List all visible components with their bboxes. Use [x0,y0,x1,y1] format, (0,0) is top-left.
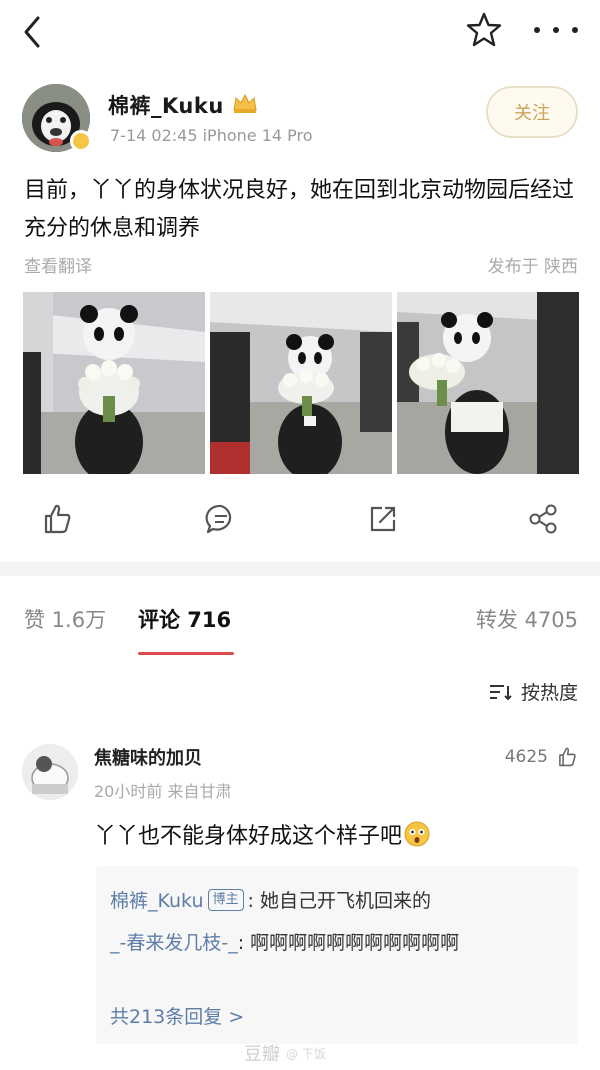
comment-text: 丫丫也不能身体好成这个样子吧 [94,818,430,850]
verified-badge [70,130,92,152]
post-text: 目前，丫丫的身体状况良好，她在回到北京动物园后经过充分的休息和调养 [24,178,575,241]
reply-item[interactable]: _-春来发几枝-_: 啊啊啊啊啊啊啊啊啊啊啊 [110,926,560,960]
post-location: 发布于 陕西 [487,257,578,277]
share-button[interactable] [526,502,560,536]
tab-comments[interactable]: 评论 716 [138,604,231,634]
post-photo-1[interactable] [23,292,205,474]
repost-button[interactable] [366,502,400,536]
post-photo-3[interactable] [397,292,579,474]
sort-icon [489,684,512,700]
comment-button[interactable] [204,502,238,536]
post-photo-2[interactable] [210,292,392,474]
view-all-replies-link[interactable]: 共213条回复 > [110,1002,244,1029]
author-tag: 博主 [207,888,244,911]
commenter-avatar[interactable] [22,744,78,800]
sort-label: 按热度 [520,682,578,704]
comment-like-count: 4625 [504,747,548,767]
crown-icon [232,92,258,114]
watermark-logo: 豆瓣 [244,1044,280,1065]
reply-author[interactable]: _-春来发几枝-_ [110,932,238,954]
tab-likes[interactable]: 赞 1.6万 [24,604,106,634]
star-icon [466,12,502,47]
repost-icon [370,506,396,532]
like-button[interactable] [40,502,74,536]
more-button[interactable] [534,22,578,38]
back-button[interactable] [14,12,54,52]
favorite-button[interactable] [464,10,504,50]
comment-like-button[interactable]: 4625 [505,746,578,768]
reply-item[interactable]: 棉裤_Kuku 博主 : 她自己开飞机回来的 [110,886,431,913]
like-icon [44,504,71,534]
commenter-name[interactable]: 焦糖味的加贝 [94,744,202,770]
section-divider [0,562,600,576]
comment-icon [205,504,232,534]
more-icon [534,27,540,33]
post-meta: 7-14 02:45 iPhone 14 Pro [110,126,313,145]
like-icon [559,747,576,767]
reply-text: : 她自己开飞机回来的 [247,890,431,912]
back-icon [24,16,40,48]
comment-meta: 20小时前 来自甘肃 [94,782,232,801]
emoji-icon [404,821,430,847]
share-icon [529,504,557,534]
watermark-user: @ 下饭 [286,1046,326,1061]
reply-text: : 啊啊啊啊啊啊啊啊啊啊啊 [237,932,460,954]
tab-reposts[interactable]: 转发 4705 [476,604,578,634]
reply-author[interactable]: 棉裤_Kuku [110,886,204,913]
translate-link[interactable]: 查看翻译 [24,252,92,277]
watermark: 豆瓣 @ 下饭 [244,1040,326,1066]
active-tab-indicator [138,652,234,655]
follow-button[interactable]: 关注 [486,86,578,138]
sort-button[interactable]: 按热度 [489,678,578,705]
author-name[interactable]: 棉裤_Kuku [108,90,224,120]
